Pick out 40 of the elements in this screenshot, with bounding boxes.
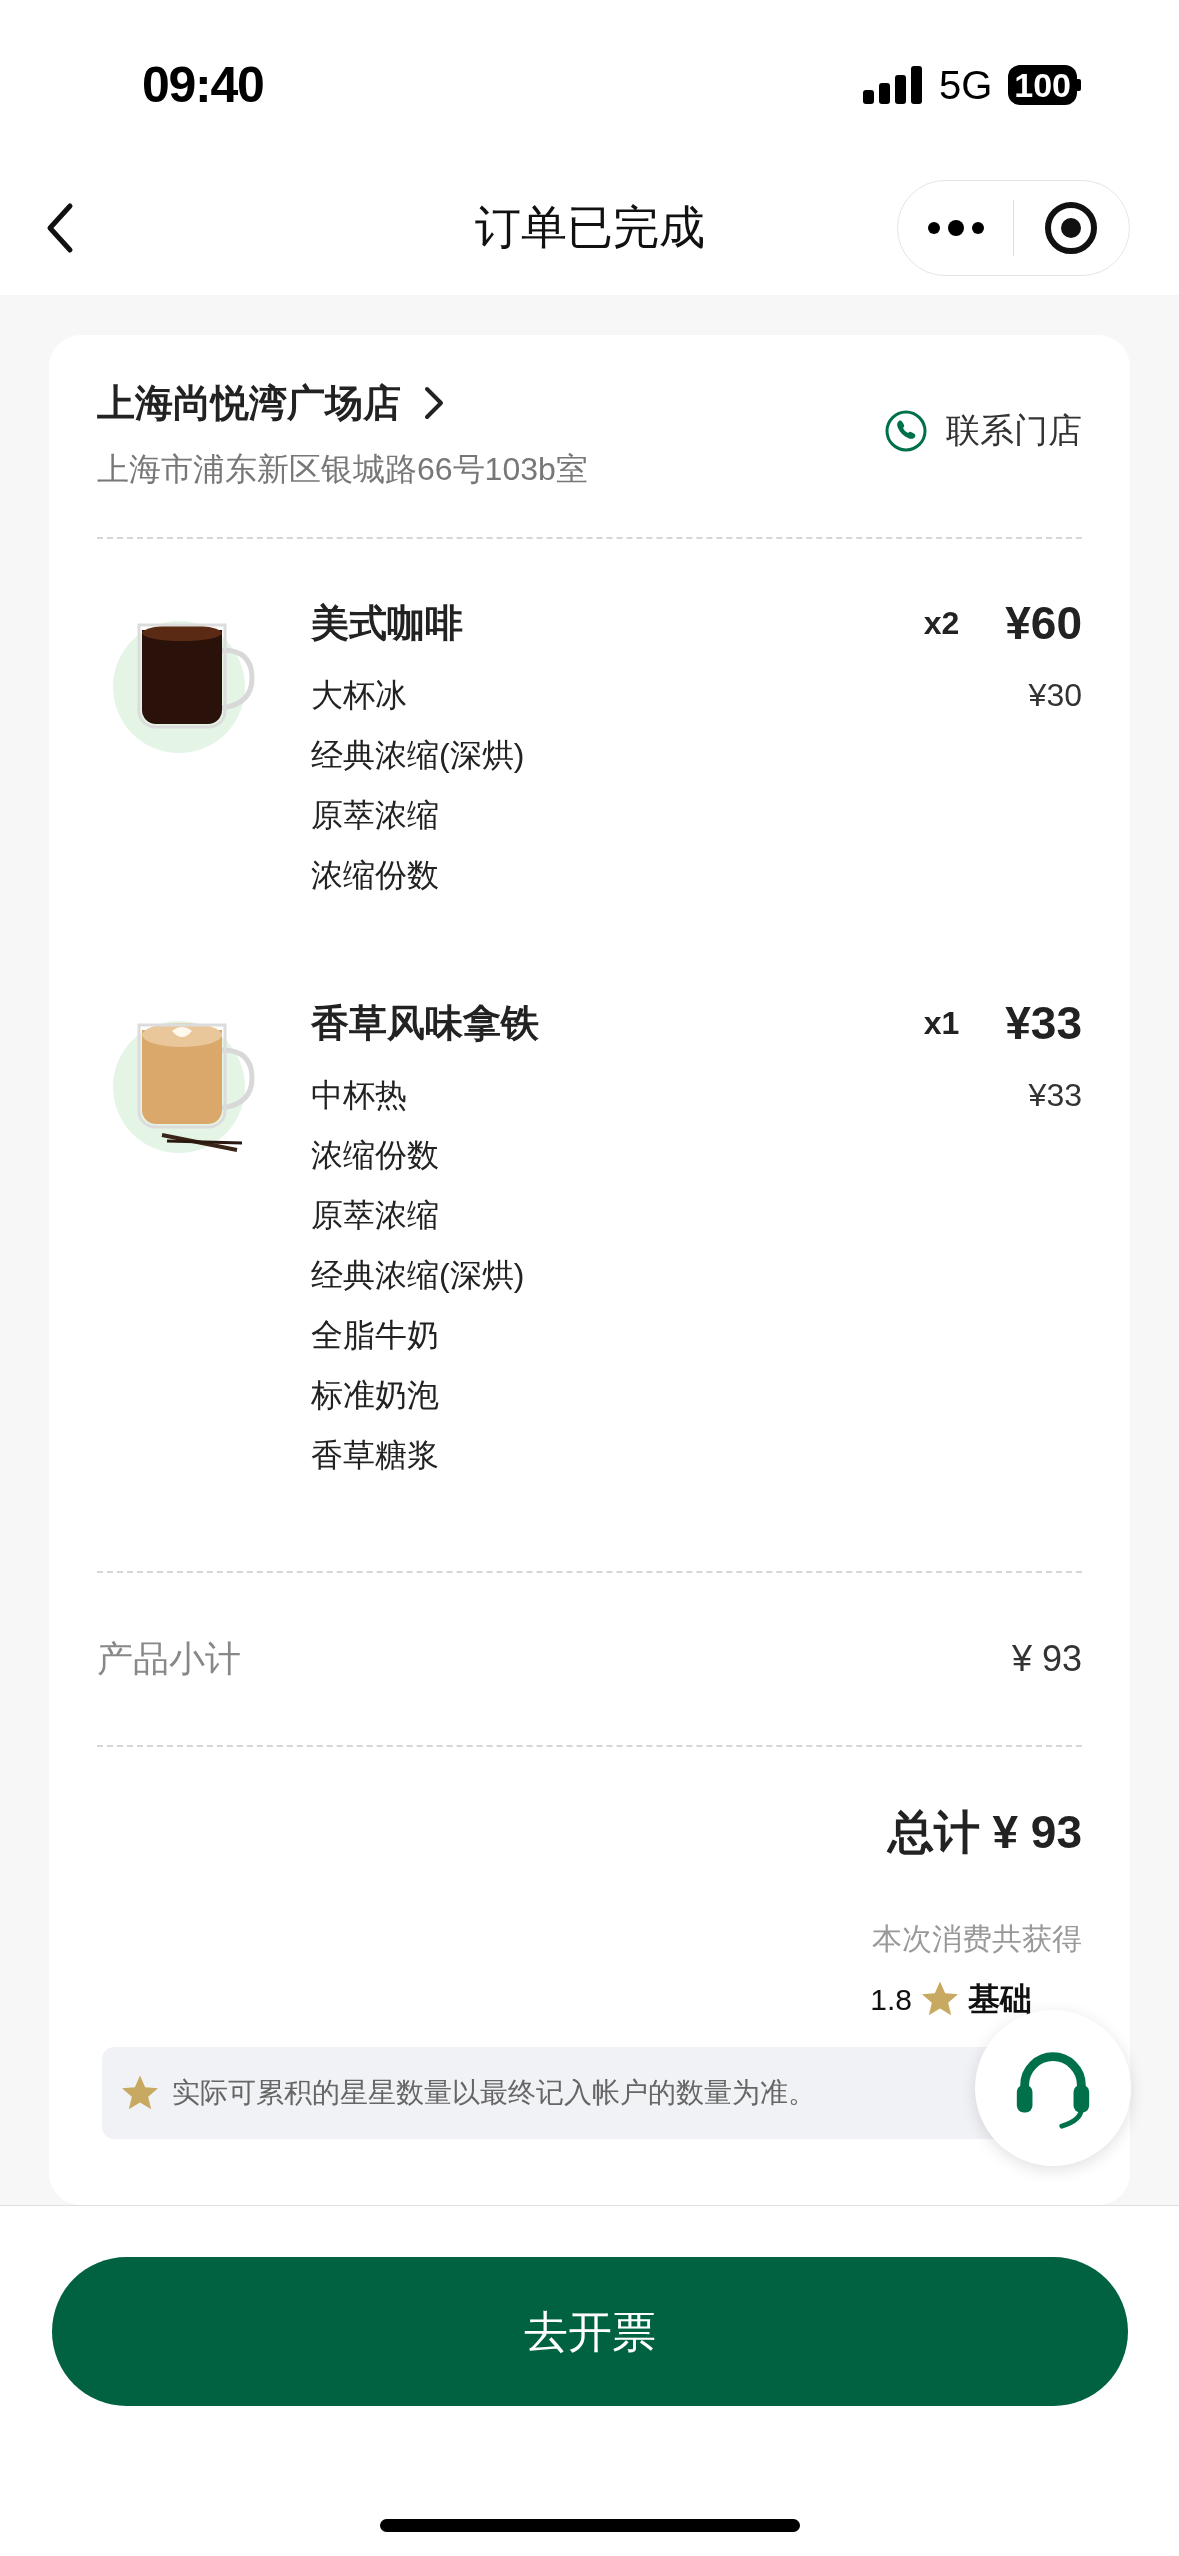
more-icon (925, 218, 986, 238)
note-text: 实际可累积的星星数量以最终记入帐户的数量为准。 (172, 2076, 816, 2110)
rewards-caption: 本次消费共获得 (872, 1921, 1082, 1957)
order-total: 总计 ¥ 93 (887, 1805, 1082, 1860)
item-option: 大杯冰 (311, 665, 924, 725)
network-label: 5G (938, 62, 993, 109)
page-title: 订单已完成 (474, 200, 705, 255)
item-option: 原萃浓缩 (311, 1185, 924, 1245)
rewards-amount: 1.8 (870, 1981, 912, 2018)
item-option: 经典浓缩(深烘) (311, 725, 924, 785)
store-name[interactable]: 上海尚悦湾广场店 (97, 374, 401, 432)
subtotal-value: ¥ 93 (1011, 1637, 1082, 1681)
item-option: 全脂牛奶 (311, 1305, 924, 1365)
rewards-label: 基础 (968, 1980, 1032, 2019)
item-name: 美式咖啡 (311, 601, 464, 646)
item-option: 标准奶泡 (311, 1365, 924, 1425)
battery-level: 100 (1008, 65, 1077, 105)
battery-tip (1077, 79, 1081, 91)
item-total: ¥33 (1005, 995, 1082, 1051)
item-unit-price: ¥33 (1028, 1076, 1082, 1115)
item-option: 浓缩份数 (311, 845, 924, 905)
contact-store-button[interactable]: 联系门店 (884, 405, 1082, 456)
signal-icon (862, 66, 923, 104)
item-option: 原萃浓缩 (311, 785, 924, 845)
item-unit-price: ¥30 (1028, 676, 1082, 715)
store-address: 上海市浦东新区银城路66号103b室 (97, 450, 588, 489)
target-icon (1043, 200, 1100, 256)
item-option: 浓缩份数 (311, 1125, 924, 1185)
phone-icon (884, 408, 928, 453)
item-quantity: x2 (923, 604, 960, 643)
item-option: 经典浓缩(深烘) (311, 1245, 924, 1305)
subtotal-label: 产品小计 (97, 1637, 241, 1681)
item-total: ¥60 (1005, 595, 1082, 651)
item-name: 香草风味拿铁 (311, 1001, 540, 1046)
item-quantity: x1 (923, 1004, 960, 1043)
item-option: 中杯热 (311, 1065, 924, 1125)
item-option: 香草糖浆 (311, 1425, 924, 1485)
invoice-button[interactable]: 去开票 (51, 2257, 1128, 2406)
chevron-right-icon (423, 385, 445, 421)
status-time: 09:40 (142, 55, 264, 115)
